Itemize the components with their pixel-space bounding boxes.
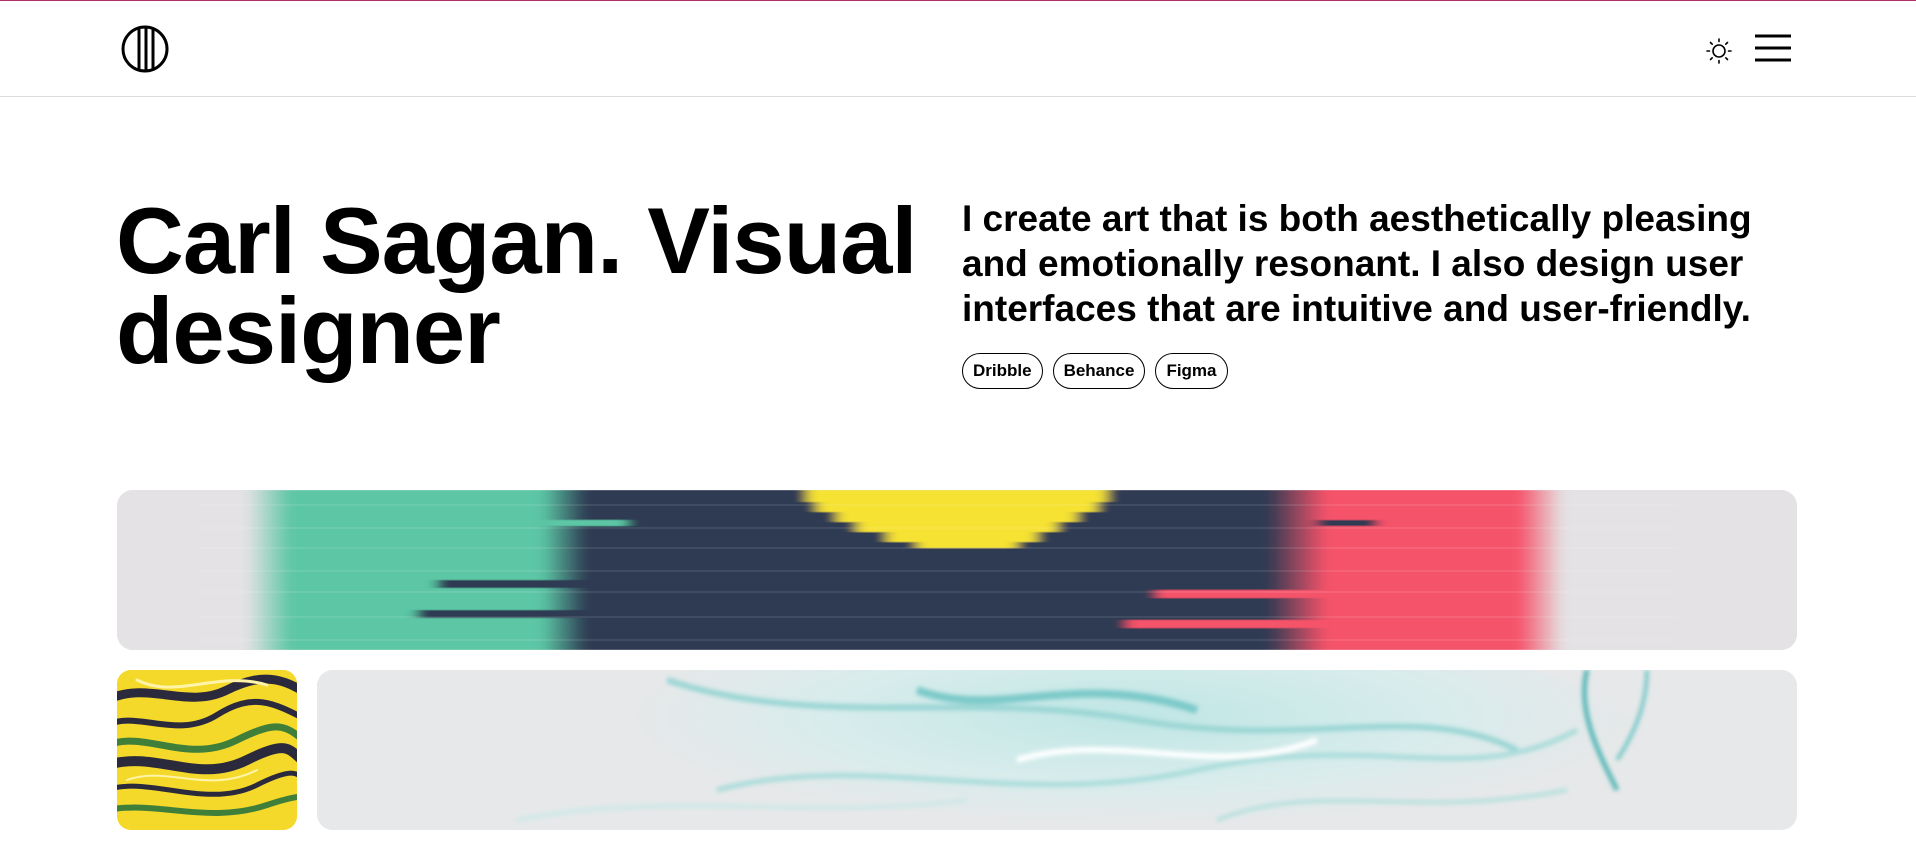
- logo-icon[interactable]: [121, 25, 169, 73]
- page-title: Carl Sagan. Visual designer: [116, 188, 918, 383]
- streaked-color-banner[interactable]: [117, 490, 1797, 650]
- dribble-link[interactable]: Dribble: [962, 353, 1043, 389]
- behance-link[interactable]: Behance: [1052, 353, 1146, 389]
- yellow-marble-thumbnail[interactable]: [117, 670, 297, 830]
- teal-glass-swirl-image[interactable]: [317, 670, 1797, 830]
- hero-description: I create art that is both aesthetically …: [962, 198, 1752, 329]
- figma-link[interactable]: Figma: [1155, 353, 1228, 389]
- social-links: Dribble Behance Figma: [962, 353, 1228, 389]
- sun-icon[interactable]: [1705, 37, 1733, 65]
- site-header: [0, 1, 1916, 97]
- hamburger-menu-icon[interactable]: [1755, 33, 1791, 63]
